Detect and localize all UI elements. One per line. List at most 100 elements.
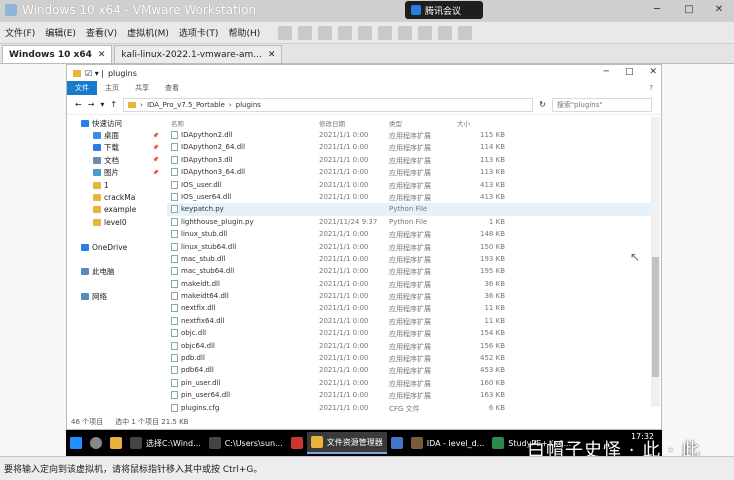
nav-item[interactable]: 下载 📌 <box>67 142 165 154</box>
nav-item[interactable]: 快速访问 <box>67 117 165 129</box>
taskbar-item[interactable] <box>387 432 407 454</box>
send-keys-icon[interactable] <box>298 25 313 40</box>
nav-item[interactable]: 桌面 📌 <box>67 129 165 141</box>
file-row[interactable]: plugins.cfg 2021/1/1 0:00 CFG 文件 6 KB <box>167 402 653 414</box>
close-button[interactable]: ✕ <box>649 67 657 77</box>
column-name[interactable]: 名称 <box>171 118 184 128</box>
file-row[interactable]: IDApython2_64.dll 2021/1/1 0:00 应用程序扩展 114 … <box>167 141 653 153</box>
nav-item[interactable]: OneDrive <box>67 241 165 253</box>
file-row[interactable]: IDApython2.dll 2021/1/1 0:00 应用程序扩展 115 KB <box>167 129 653 141</box>
vertical-scrollbar[interactable] <box>651 117 660 407</box>
pause-icon[interactable] <box>278 25 293 40</box>
fit-window-icon[interactable] <box>398 25 413 40</box>
tab-windows10[interactable]: Windows 10 x64 ✕ <box>2 45 113 63</box>
qat-icons[interactable]: ☑ ▾ | <box>85 69 104 78</box>
breadcrumb-ida[interactable]: IDA_Pro_v7.5_Portable <box>147 101 225 109</box>
file-row[interactable]: nextfix64.dll 2021/1/1 0:00 应用程序扩展 11 KB <box>167 315 653 327</box>
taskbar-item[interactable] <box>287 432 307 454</box>
snapshot-manager-icon[interactable] <box>358 25 373 40</box>
close-tab-icon[interactable]: ✕ <box>98 50 106 60</box>
file-row[interactable]: mac_stub.dll 2021/1/1 0:00 应用程序扩展 193 KB <box>167 253 653 265</box>
file-row[interactable]: pin_user.dll 2021/1/1 0:00 应用程序扩展 160 KB <box>167 377 653 389</box>
revert-snapshot-icon[interactable] <box>338 25 353 40</box>
nav-item[interactable]: 文档 📌 <box>67 154 165 166</box>
console-view-icon[interactable] <box>378 25 393 40</box>
close-button[interactable]: ✕ <box>708 2 730 18</box>
file-row[interactable]: makeidt.dll 2021/1/1 0:00 应用程序扩展 36 KB <box>167 278 653 290</box>
menu-vm[interactable]: 虚拟机(M) <box>122 26 174 39</box>
file-row[interactable]: nextfix.dll 2021/1/1 0:00 应用程序扩展 11 KB <box>167 302 653 314</box>
taskbar-item[interactable] <box>106 432 126 454</box>
nav-item[interactable]: example <box>67 204 165 216</box>
column-type[interactable]: 类型 <box>389 118 402 128</box>
menu-edit[interactable]: 编辑(E) <box>40 26 81 39</box>
meeting-overlay[interactable]: 腾讯会议 <box>405 1 483 19</box>
pin-icon[interactable]: 📌 <box>153 170 159 176</box>
file-date: 2021/1/1 0:00 <box>319 391 369 400</box>
up-icon[interactable]: ↑ <box>110 100 117 109</box>
menu-tabs[interactable]: 选项卡(T) <box>174 26 224 39</box>
nav-item[interactable]: 此电脑 <box>67 266 165 278</box>
taskbar-item[interactable]: IDA - level_d... <box>407 432 489 454</box>
nav-item[interactable]: 网络 <box>67 290 165 302</box>
column-size[interactable]: 大小 <box>457 118 525 128</box>
minimize-button[interactable]: ─ <box>604 67 609 77</box>
menu-file[interactable]: 文件(F) <box>0 26 40 39</box>
display-settings-icon[interactable] <box>458 25 473 40</box>
file-row[interactable]: pin_user64.dll 2021/1/1 0:00 应用程序扩展 163 KB <box>167 389 653 401</box>
file-row[interactable]: IDApython3_64.dll 2021/1/1 0:00 应用程序扩展 113 … <box>167 166 653 178</box>
nav-item[interactable]: 图片 📌 <box>67 167 165 179</box>
file-row[interactable]: linux_stub.dll 2021/1/1 0:00 应用程序扩展 148 KB <box>167 228 653 240</box>
pin-icon[interactable]: 📌 <box>153 157 159 163</box>
file-row[interactable]: pdb.dll 2021/1/1 0:00 应用程序扩展 452 KB <box>167 352 653 364</box>
taskbar-item[interactable]: C:\Users\sun... <box>205 432 287 454</box>
file-row[interactable]: IOS_user.dll 2021/1/1 0:00 应用程序扩展 413 KB <box>167 179 653 191</box>
nav-item[interactable]: 1 <box>67 179 165 191</box>
menu-view[interactable]: 查看(V) <box>81 26 122 39</box>
full-screen-icon[interactable] <box>418 25 433 40</box>
menu-help[interactable]: 帮助(H) <box>223 26 265 39</box>
forward-icon[interactable]: → <box>88 100 95 109</box>
taskbar-item[interactable]: 选择C:\Wind... <box>126 432 205 454</box>
back-icon[interactable]: ← <box>75 100 82 109</box>
file-date: 2021/1/1 0:00 <box>319 192 369 201</box>
ribbon-tab-home[interactable]: 主页 <box>97 83 127 93</box>
file-size: 148 KB <box>480 230 505 239</box>
search-input[interactable]: 搜索"plugins" <box>551 97 652 112</box>
address-bar[interactable]: › IDA_Pro_v7.5_Portable › plugins <box>123 97 534 112</box>
file-row[interactable]: objc.dll 2021/1/1 0:00 应用程序扩展 154 KB <box>167 327 653 339</box>
pin-icon[interactable]: 📌 <box>153 145 159 151</box>
recent-icon[interactable]: ▾ <box>100 100 104 109</box>
minimize-button[interactable]: ─ <box>646 2 668 18</box>
file-row[interactable]: mac_stub64.dll 2021/1/1 0:00 应用程序扩展 195 KB <box>167 265 653 277</box>
maximize-button[interactable]: □ <box>625 67 634 77</box>
tab-kali[interactable]: kali-linux-2022.1-vmware-am... ✕ <box>114 45 283 63</box>
file-row[interactable]: objc64.dll 2021/1/1 0:00 应用程序扩展 156 KB <box>167 340 653 352</box>
file-row[interactable]: IOS_user64.dll 2021/1/1 0:00 应用程序扩展 413 KB <box>167 191 653 203</box>
file-row[interactable]: linux_stub64.dll 2021/1/1 0:00 应用程序扩展 150 K… <box>167 241 653 253</box>
guest-screen[interactable]: ☑ ▾ | plugins ─ □ ✕ 文件 主页 共享 查看 ? ← → ▾ ↑ … <box>0 64 734 456</box>
ribbon-tab-view[interactable]: 查看 <box>157 83 187 93</box>
maximize-button[interactable]: □ <box>678 2 700 18</box>
file-row[interactable]: lighthouse_plugin.py 2021/11/24 9:37 Pytho… <box>167 216 653 228</box>
ribbon-tab-share[interactable]: 共享 <box>127 83 157 93</box>
nav-item[interactable]: level0 <box>67 216 165 228</box>
column-date[interactable]: 修改日期 <box>319 118 345 128</box>
file-row[interactable]: IDApython3.dll 2021/1/1 0:00 应用程序扩展 113 KB <box>167 154 653 166</box>
unity-icon[interactable] <box>438 25 453 40</box>
taskbar-item[interactable] <box>86 432 106 454</box>
refresh-icon[interactable]: ↻ <box>539 100 546 109</box>
taskbar-item[interactable]: 文件资源管理器 <box>306 432 387 454</box>
file-row[interactable]: makeidt64.dll 2021/1/1 0:00 应用程序扩展 36 KB <box>167 290 653 302</box>
file-row[interactable]: keypatch.py Python File <box>167 203 653 216</box>
close-tab-icon[interactable]: ✕ <box>268 50 276 60</box>
snapshot-icon[interactable] <box>318 25 333 40</box>
help-icon[interactable]: ? <box>649 84 653 92</box>
nav-item[interactable]: crackMa <box>67 191 165 203</box>
breadcrumb-plugins[interactable]: plugins <box>236 101 261 109</box>
pin-icon[interactable]: 📌 <box>153 133 159 139</box>
taskbar-item[interactable] <box>66 432 86 454</box>
file-row[interactable]: pdb64.dll 2021/1/1 0:00 应用程序扩展 453 KB <box>167 364 653 376</box>
ribbon-tab-file[interactable]: 文件 <box>67 81 97 95</box>
scroll-thumb[interactable] <box>652 257 659 377</box>
